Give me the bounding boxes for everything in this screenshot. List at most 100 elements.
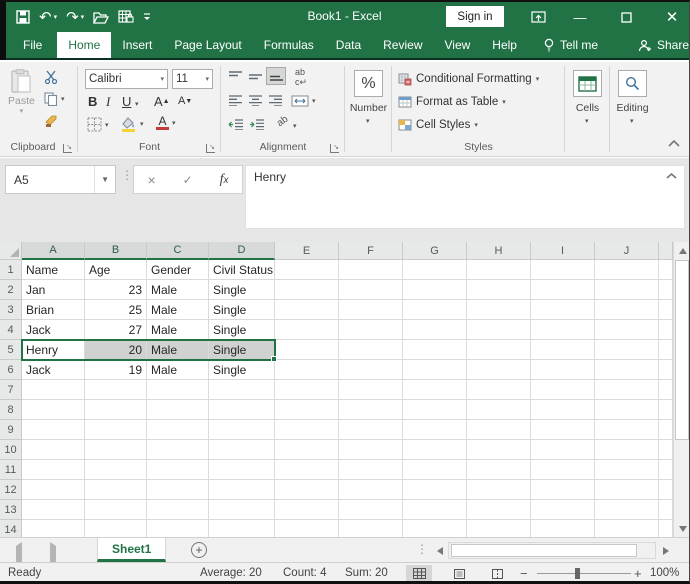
bottom-align-button[interactable] xyxy=(266,67,286,85)
middle-align-button[interactable] xyxy=(248,71,263,82)
cell-D12[interactable] xyxy=(209,480,275,500)
cell-C2[interactable]: Male xyxy=(147,280,209,300)
page-break-view-icon[interactable] xyxy=(484,565,510,582)
cell-J7[interactable] xyxy=(595,380,659,400)
cell-B12[interactable] xyxy=(85,480,147,500)
cell-C11[interactable] xyxy=(147,460,209,480)
cancel-formula-icon[interactable]: × xyxy=(147,172,155,188)
cell-J4[interactable] xyxy=(595,320,659,340)
cell-F12[interactable] xyxy=(339,480,403,500)
wrap-text-button[interactable]: abc↵ xyxy=(295,67,307,88)
cell-H3[interactable] xyxy=(467,300,531,320)
cells-button[interactable] xyxy=(573,70,602,97)
new-sheet-button[interactable]: + xyxy=(191,542,207,558)
cell-J6[interactable] xyxy=(595,360,659,380)
cell-A14[interactable] xyxy=(22,520,85,537)
font-name-select[interactable]: Calibri▾ xyxy=(85,69,168,89)
borders-dropdown-icon[interactable]: ▾ xyxy=(105,121,109,129)
select-all-corner[interactable] xyxy=(0,242,22,260)
cell-D7[interactable] xyxy=(209,380,275,400)
cell-I9[interactable] xyxy=(531,420,595,440)
cell-partial[interactable] xyxy=(659,340,673,360)
cell-D4[interactable]: Single xyxy=(209,320,275,340)
cell-E7[interactable] xyxy=(275,380,339,400)
cell-F1[interactable] xyxy=(339,260,403,280)
cell-J5[interactable] xyxy=(595,340,659,360)
cell-H14[interactable] xyxy=(467,520,531,537)
cell-D2[interactable]: Single xyxy=(209,280,275,300)
spreadsheet[interactable]: ABCDEFGHIJ 1NameAgeGenderCivil Status2Ja… xyxy=(0,242,673,537)
editing-dropdown-icon[interactable]: ▾ xyxy=(630,117,634,125)
cell-C3[interactable]: Male xyxy=(147,300,209,320)
cell-E10[interactable] xyxy=(275,440,339,460)
cell-F5[interactable] xyxy=(339,340,403,360)
copy-dropdown-icon[interactable]: ▾ xyxy=(61,95,65,103)
cell-G12[interactable] xyxy=(403,480,467,500)
scroll-down-icon[interactable] xyxy=(674,520,690,537)
cell-B2[interactable]: 23 xyxy=(85,280,147,300)
number-dropdown-icon[interactable]: ▾ xyxy=(366,117,370,125)
cell-J11[interactable] xyxy=(595,460,659,480)
tab-review[interactable]: Review xyxy=(372,32,433,58)
cell-B8[interactable] xyxy=(85,400,147,420)
tab-data[interactable]: Data xyxy=(325,32,372,58)
name-box-dropdown-icon[interactable]: ▼ xyxy=(94,166,115,193)
cell-partial[interactable] xyxy=(659,520,673,537)
row-header-11[interactable]: 11 xyxy=(0,460,22,480)
cell-H4[interactable] xyxy=(467,320,531,340)
scroll-right-icon[interactable] xyxy=(658,542,673,559)
cell-E5[interactable] xyxy=(275,340,339,360)
font-dialog-launcher[interactable]: ↘ xyxy=(206,144,215,153)
zoom-in-icon[interactable]: + xyxy=(634,566,642,581)
cell-styles-button[interactable]: Cell Styles ▾ xyxy=(398,116,478,134)
cell-F7[interactable] xyxy=(339,380,403,400)
cells-dropdown-icon[interactable]: ▾ xyxy=(585,117,589,125)
font-size-select[interactable]: 11▾ xyxy=(172,69,213,89)
cell-partial[interactable] xyxy=(659,300,673,320)
font-color-dropdown-icon[interactable]: ▾ xyxy=(172,119,176,127)
cell-J12[interactable] xyxy=(595,480,659,500)
cell-partial[interactable] xyxy=(659,360,673,380)
column-header-B[interactable]: B xyxy=(85,242,147,260)
orientation-button[interactable]: ab xyxy=(275,114,290,129)
cell-E3[interactable] xyxy=(275,300,339,320)
cell-I14[interactable] xyxy=(531,520,595,537)
scroll-up-icon[interactable] xyxy=(674,242,690,259)
clipboard-dialog-launcher[interactable]: ↘ xyxy=(63,144,72,153)
cell-B1[interactable]: Age xyxy=(85,260,147,280)
increase-font-size-button[interactable]: A▲ xyxy=(154,94,170,109)
align-center-button[interactable] xyxy=(248,95,263,106)
cell-J14[interactable] xyxy=(595,520,659,537)
cell-D3[interactable]: Single xyxy=(209,300,275,320)
cell-D8[interactable] xyxy=(209,400,275,420)
cell-H12[interactable] xyxy=(467,480,531,500)
row-header-8[interactable]: 8 xyxy=(0,400,22,420)
cell-F11[interactable] xyxy=(339,460,403,480)
cell-J2[interactable] xyxy=(595,280,659,300)
cell-partial[interactable] xyxy=(659,260,673,280)
cell-I7[interactable] xyxy=(531,380,595,400)
cell-E2[interactable] xyxy=(275,280,339,300)
cell-A3[interactable]: Brian xyxy=(22,300,85,320)
cell-I13[interactable] xyxy=(531,500,595,520)
zoom-level[interactable]: 100% xyxy=(650,567,679,579)
minimize-button[interactable]: — xyxy=(566,2,594,32)
close-button[interactable]: ✕ xyxy=(658,2,686,32)
underline-dropdown-icon[interactable]: ▾ xyxy=(135,100,139,108)
collapse-formula-bar-icon[interactable] xyxy=(666,173,677,179)
cell-partial[interactable] xyxy=(659,380,673,400)
cell-G6[interactable] xyxy=(403,360,467,380)
cell-E12[interactable] xyxy=(275,480,339,500)
underline-button[interactable]: U xyxy=(122,94,131,109)
tab-share[interactable]: Share xyxy=(627,32,690,58)
cell-C7[interactable] xyxy=(147,380,209,400)
cell-A10[interactable] xyxy=(22,440,85,460)
cell-H11[interactable] xyxy=(467,460,531,480)
fill-color-button[interactable]: ▾ xyxy=(120,116,144,132)
align-left-button[interactable] xyxy=(228,95,243,106)
sheet-tab-active[interactable]: Sheet1 xyxy=(97,538,166,562)
cell-D9[interactable] xyxy=(209,420,275,440)
cell-G11[interactable] xyxy=(403,460,467,480)
cell-H2[interactable] xyxy=(467,280,531,300)
row-header-10[interactable]: 10 xyxy=(0,440,22,460)
